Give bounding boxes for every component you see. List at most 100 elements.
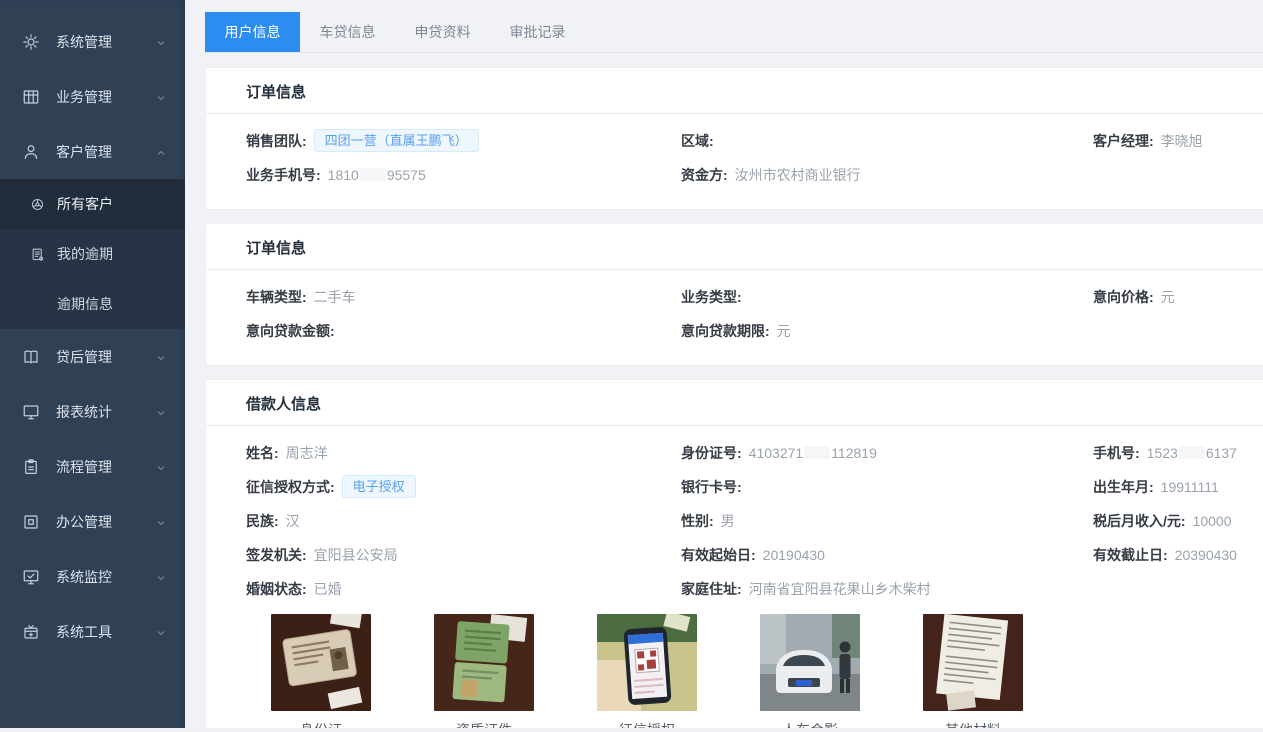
card-title: 订单信息 — [206, 68, 1263, 114]
value-text: 112819 — [831, 445, 877, 461]
sidebar-item-office-management[interactable]: 办公管理 — [0, 494, 185, 549]
sidebar-item-label: 系统工具 — [56, 622, 112, 642]
sidebar-item-report-statistics[interactable]: 报表统计 — [0, 384, 185, 439]
chevron-down-icon — [155, 36, 167, 48]
tab-car-loan-info[interactable]: 车贷信息 — [300, 12, 395, 52]
app-window: 系统管理业务管理客户管理所有客户我的逾期逾期信息贷后管理报表统计流程管理办公管理… — [0, 0, 1263, 732]
value-text: 95575 — [387, 167, 426, 183]
sidebar-item-customer-management[interactable]: 客户管理 — [0, 124, 185, 179]
value-text: 4103271 — [749, 445, 804, 461]
submenu-customer-management: 所有客户我的逾期逾期信息 — [0, 179, 185, 329]
field-value: 李晓旭 — [1161, 133, 1203, 149]
field-value: 20190430 — [763, 547, 825, 563]
sidebar-subitem-label: 所有客户 — [57, 194, 113, 214]
field: 意向贷款期限: 元 — [681, 314, 1093, 348]
field-label: 意向贷款金额: — [246, 323, 335, 339]
field: 有效截止日: 20390430 — [1093, 538, 1263, 572]
field-label: 有效截止日: — [1093, 547, 1168, 563]
square-icon — [22, 513, 40, 531]
field: 业务类型: — [681, 280, 1093, 314]
card-order-info-2: 订单信息车辆类型:二手车业务类型:意向价格:元意向贷款金额:意向贷款期限:元 — [205, 223, 1263, 366]
field-label: 业务类型: — [681, 289, 742, 305]
tab-approval-records[interactable]: 审批记录 — [490, 12, 585, 52]
chevron-down-icon — [155, 406, 167, 418]
document-icon — [30, 247, 45, 262]
handwritten-doc-photo-thumbnail[interactable] — [923, 614, 1023, 711]
sidebar-item-label: 报表统计 — [56, 402, 112, 422]
field: 签发机关:宜阳县公安局 — [246, 538, 681, 572]
field-value: 汉 — [286, 513, 300, 529]
field-label: 车辆类型: — [246, 289, 307, 305]
field: 手机号: 15236137 — [1093, 436, 1263, 470]
sidebar-item-business-management[interactable]: 业务管理 — [0, 69, 185, 124]
tab-user-info[interactable]: 用户信息 — [205, 12, 300, 52]
team-tag-link[interactable]: 四团一营（直属王鹏飞） — [314, 129, 479, 152]
sidebar-item-process-management[interactable]: 流程管理 — [0, 439, 185, 494]
field-label: 业务手机号: — [246, 167, 321, 183]
field: 婚姻状态: 已婚 — [246, 572, 681, 606]
sidebar-item-label: 办公管理 — [56, 512, 112, 532]
wheel-icon — [30, 197, 45, 212]
field-row: 车辆类型: 二手车 业务类型: 意向价格:元 — [246, 280, 1263, 314]
field-value: 20390430 — [1175, 547, 1237, 563]
field-value: 二手车 — [314, 289, 356, 305]
value-text: 6137 — [1206, 445, 1237, 461]
sidebar-item-post-loan-management[interactable]: 贷后管理 — [0, 329, 185, 384]
chevron-down-icon — [155, 571, 167, 583]
field-value: 4103271 112819 — [749, 445, 877, 461]
field-label: 婚姻状态: — [246, 581, 307, 597]
main-panel: 用户信息车贷信息申贷资料审批记录 订单信息销售团队:四团一营（直属王鹏飞）区域:… — [185, 0, 1263, 732]
sidebar-item-label: 系统监控 — [56, 567, 112, 587]
field-value: 已婚 — [314, 581, 342, 597]
field-row: 业务手机号:181095575资金方:汝州市农村商业银行 — [246, 158, 1263, 192]
field: 有效起始日: 20190430 — [681, 538, 1093, 572]
field-value: 10000 — [1193, 513, 1232, 529]
field: 意向贷款金额: — [246, 314, 681, 348]
field: 征信授权方式: 电子授权 — [246, 470, 681, 504]
field-label: 姓名: — [246, 445, 279, 461]
id-card-photo-thumbnail[interactable] — [271, 614, 371, 711]
clipboard-icon — [22, 458, 40, 476]
green-booklet-photo-thumbnail[interactable] — [434, 614, 534, 711]
field-label: 征信授权方式: — [246, 479, 335, 495]
sidebar-item-system-management[interactable]: 系统管理 — [0, 14, 185, 69]
box-plus-icon — [22, 623, 40, 641]
field: 意向价格:元 — [1093, 280, 1263, 314]
monitor-icon — [22, 403, 40, 421]
sidebar: 系统管理业务管理客户管理所有客户我的逾期逾期信息贷后管理报表统计流程管理办公管理… — [0, 0, 185, 732]
field-label: 意向贷款期限: — [681, 323, 770, 339]
field-value: 元 — [777, 323, 791, 339]
field-label: 有效起始日: — [681, 547, 756, 563]
sidebar-subitem-my-overdue[interactable]: 我的逾期 — [0, 229, 185, 279]
field-value: 河南省宜阳县花果山乡木柴村 — [749, 581, 931, 597]
field: 民族:汉 — [246, 504, 681, 538]
sidebar-item-system-monitor[interactable]: 系统监控 — [0, 549, 185, 604]
field-value: 15236137 — [1147, 445, 1237, 461]
field-label: 出生年月: — [1093, 479, 1154, 495]
phone-qr-photo-thumbnail[interactable] — [597, 614, 697, 711]
photo-item: 身份证 — [271, 614, 371, 732]
tab-bar: 用户信息车贷信息申贷资料审批记录 — [205, 12, 1263, 53]
tab-loan-application-materials[interactable]: 申贷资料 — [395, 12, 490, 52]
sidebar-item-system-tools[interactable]: 系统工具 — [0, 604, 185, 659]
card-title: 借款人信息 — [206, 380, 1263, 426]
field — [1093, 572, 1263, 606]
field — [1093, 314, 1263, 348]
auth-method-badge: 电子授权 — [342, 475, 416, 498]
chevron-down-icon — [155, 516, 167, 528]
field: 出生年月:19911111 — [1093, 470, 1263, 504]
field-label: 手机号: — [1093, 445, 1140, 461]
chevron-down-icon — [155, 626, 167, 638]
person-car-photo-thumbnail[interactable] — [760, 614, 860, 711]
value-text: 1810 — [328, 167, 359, 183]
field: 性别:男 — [681, 504, 1093, 538]
field-label: 区域: — [681, 133, 714, 149]
photo-item: 资质证件 — [434, 614, 534, 732]
field-row: 征信授权方式:电子授权银行卡号:出生年月:19911111 — [246, 470, 1263, 504]
sidebar-subitem-overdue-info[interactable]: 逾期信息 — [0, 279, 185, 329]
photo-item: 其他材料 — [923, 614, 1023, 732]
field-row: 民族:汉性别:男税后月收入/元:10000 — [246, 504, 1263, 538]
field — [1093, 158, 1263, 192]
sidebar-subitem-all-customers[interactable]: 所有客户 — [0, 179, 185, 229]
card-body: 车辆类型: 二手车 业务类型: 意向价格:元意向贷款金额: 意向贷款期限: 元 — [206, 270, 1263, 365]
